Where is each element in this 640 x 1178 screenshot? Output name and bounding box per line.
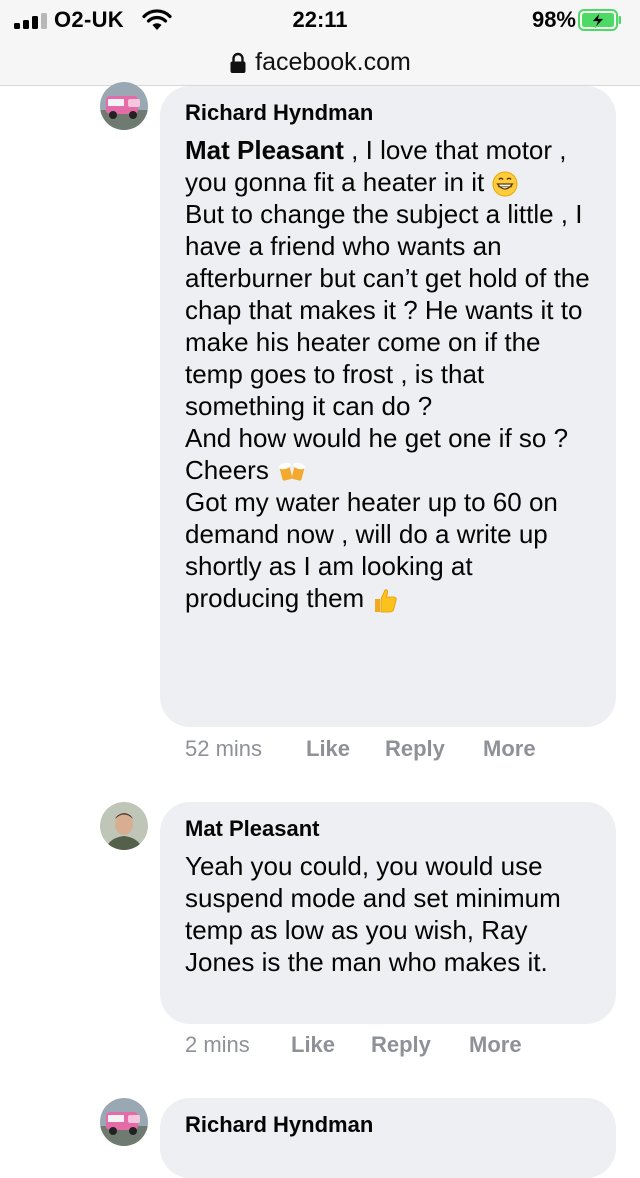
- comment-bubble: Richard Hyndman: [160, 1098, 616, 1178]
- avatar[interactable]: [100, 82, 148, 130]
- comment-timestamp[interactable]: 52 mins: [185, 736, 306, 762]
- comment-author[interactable]: Mat Pleasant: [185, 816, 592, 842]
- comment-line: But to change the subject a little , I h…: [185, 199, 590, 422]
- like-button[interactable]: Like: [306, 736, 385, 762]
- thumbs-up-emoji: [375, 589, 398, 613]
- comment-actions: 52 mins Like Reply More: [185, 736, 536, 762]
- battery-charging-icon: [578, 9, 621, 31]
- comment-author[interactable]: Richard Hyndman: [185, 1112, 592, 1138]
- avatar-pink-van-image: [100, 82, 148, 130]
- comment-text: Mat Pleasant , I love that motor , you g…: [185, 134, 592, 614]
- avatar-pink-van-image: [100, 1098, 148, 1146]
- more-button[interactable]: More: [469, 1032, 522, 1058]
- beer-mugs-emoji: [279, 462, 305, 481]
- url-domain: facebook.com: [255, 48, 411, 76]
- grinning-face-emoji: [492, 171, 518, 197]
- comment-actions: 2 mins Like Reply More: [185, 1032, 522, 1058]
- lock-icon: [230, 52, 246, 73]
- status-bar: O2-UK 22:11 98%: [0, 0, 640, 40]
- comment-line: And how would he get one if so ?: [185, 423, 569, 454]
- mention-link[interactable]: Mat Pleasant: [185, 135, 344, 165]
- avatar-man-photo: [100, 802, 148, 850]
- battery-percent: 98%: [531, 7, 576, 32]
- avatar[interactable]: [100, 802, 148, 850]
- like-button[interactable]: Like: [291, 1032, 371, 1058]
- address-bar[interactable]: facebook.com: [0, 40, 640, 86]
- avatar[interactable]: [100, 1098, 148, 1146]
- comment-bubble: Richard Hyndman Mat Pleasant , I love th…: [160, 86, 616, 727]
- reply-button[interactable]: Reply: [371, 1032, 469, 1058]
- comment-line: Cheers: [185, 455, 277, 486]
- more-button[interactable]: More: [483, 736, 536, 762]
- comment-text: Yeah you could, you would use suspend mo…: [185, 851, 561, 977]
- comment-bubble: Mat Pleasant Yeah you could, you would u…: [160, 802, 616, 1024]
- comment-author[interactable]: Richard Hyndman: [185, 100, 592, 126]
- comment-timestamp[interactable]: 2 mins: [185, 1032, 291, 1058]
- reply-button[interactable]: Reply: [385, 736, 483, 762]
